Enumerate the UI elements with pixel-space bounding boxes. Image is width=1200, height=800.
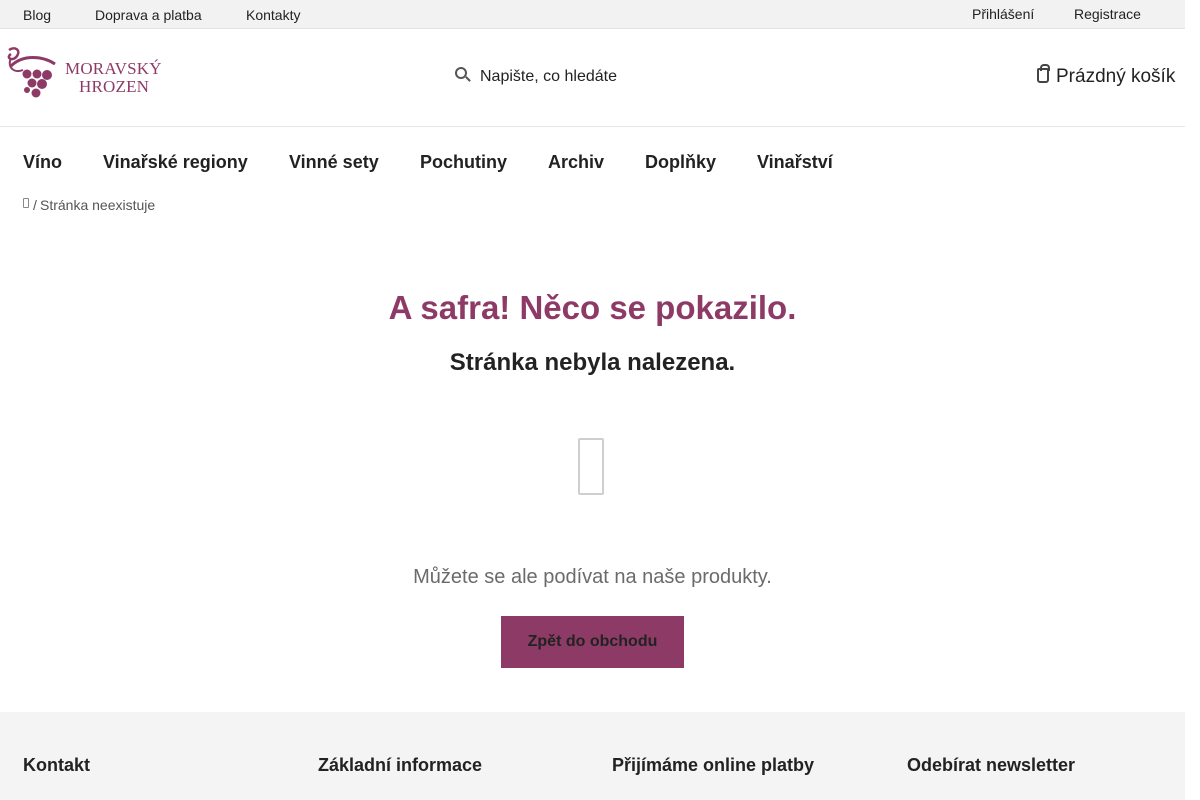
search-icon[interactable] <box>455 67 471 85</box>
nav-item-wine-sets[interactable]: Vinné sety <box>289 152 379 173</box>
site-header: MORAVSKÝ HROZEN Prázdný košík <box>0 29 1185 127</box>
footer-heading-contact: Kontakt <box>23 755 90 775</box>
cart-icon <box>1037 64 1050 83</box>
home-icon[interactable] <box>23 198 29 208</box>
topbar-link-contacts[interactable]: Kontakty <box>246 7 300 23</box>
top-bar: Blog Doprava a platba Kontakty Přihlášen… <box>0 0 1185 29</box>
login-link[interactable]: Přihlášení <box>972 6 1034 22</box>
back-to-shop-button[interactable]: Zpět do obchodu <box>501 616 684 668</box>
search-input[interactable] <box>480 63 740 91</box>
error-text: Můžete se ale podívat na naše produkty. <box>413 566 772 588</box>
nav-item-vino[interactable]: Víno <box>23 152 62 173</box>
footer-heading-newsletter: Odebírat newsletter <box>907 755 1076 775</box>
site-footer: Kontakt Základní informace Přijímáme onl… <box>0 712 1185 800</box>
nav-item-regions[interactable]: Vinařské regiony <box>103 152 248 173</box>
footer-heading-payments: Přijímáme online platby <box>612 755 815 775</box>
search-bar[interactable] <box>450 63 750 91</box>
logo-text: MORAVSKÝ HROZEN <box>65 60 162 96</box>
logo-line-1: MORAVSKÝ <box>65 59 162 78</box>
site-logo[interactable]: MORAVSKÝ HROZEN <box>3 44 168 104</box>
topbar-link-shipping[interactable]: Doprava a platba <box>95 7 202 23</box>
register-link[interactable]: Registrace <box>1074 6 1141 22</box>
nav-item-snacks[interactable]: Pochutiny <box>420 152 507 173</box>
footer-heading-info: Základní informace <box>318 755 483 775</box>
document-icon <box>578 438 604 495</box>
nav-item-accessories[interactable]: Doplňky <box>645 152 716 173</box>
nav-item-wineries[interactable]: Vinařství <box>757 152 833 173</box>
topbar-link-blog[interactable]: Blog <box>23 7 51 23</box>
nav-item-archive[interactable]: Archiv <box>548 152 604 173</box>
cart-label: Prázdný košík <box>1056 66 1176 87</box>
error-subtitle: Stránka nebyla nalezena. <box>449 349 736 376</box>
logo-line-2: HROZEN <box>79 77 150 96</box>
breadcrumb-separator: / <box>33 197 37 213</box>
breadcrumb-current: Stránka neexistuje <box>40 197 156 213</box>
cart-button[interactable]: Prázdný košík <box>1035 64 1185 91</box>
main-nav: Víno Vinařské regiony Vinné sety Pochuti… <box>0 127 1185 193</box>
error-title: A safra! Něco se pokazilo. <box>388 289 797 326</box>
grape-logo-icon <box>7 47 56 98</box>
